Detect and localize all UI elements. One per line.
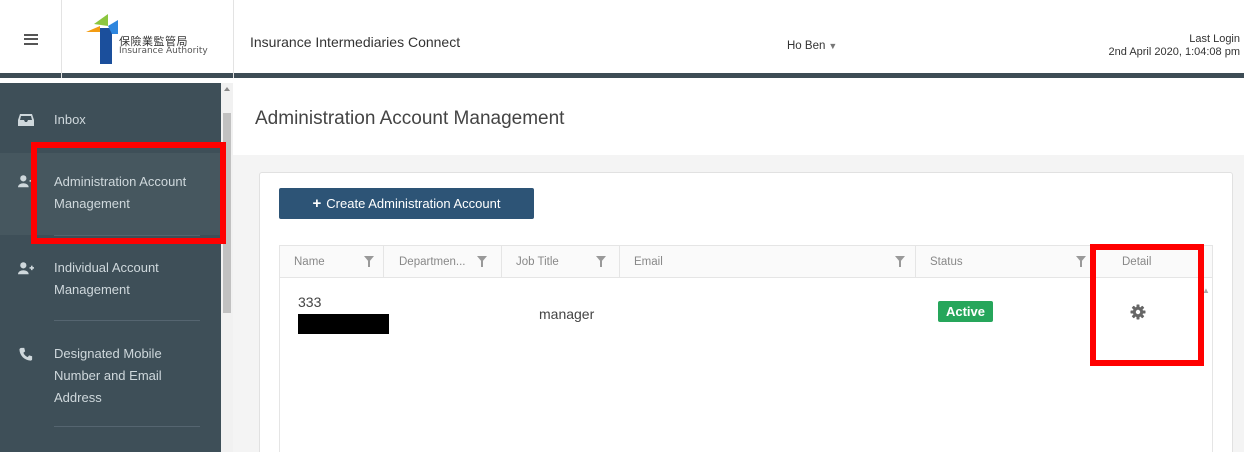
create-button-label: Create Administration Account [326,196,501,211]
last-login-label: Last Login [1189,33,1240,45]
filter-icon[interactable] [895,256,905,267]
plus-icon: + [312,195,322,212]
page-title: Administration Account Management [255,108,565,129]
caret-down-icon: ▼ [828,41,838,51]
filter-icon[interactable] [596,256,606,267]
hamburger-icon [23,33,38,45]
column-header-job-title[interactable]: Job Title [502,246,620,278]
user-name: Ho Ben [787,40,826,52]
sidebar: Inbox Administration Account Management … [0,83,233,452]
logo-text-en: Insurance Authority [119,46,208,56]
phone-icon [19,347,33,361]
last-login: Last Login 2nd April 2020, 1:04:08 pm [1109,33,1240,59]
filter-icon[interactable] [364,256,374,267]
sidebar-item-label: Individual Account Management [54,260,159,297]
last-login-value: 2nd April 2020, 1:04:08 pm [1108,46,1240,58]
sidebar-item-label: Designated Mobile Number and Email Addre… [54,346,162,405]
sidebar-item-designated-mobile-number[interactable]: Designated Mobile Number and Email Addre… [0,343,221,409]
sidebar-item-label: Inbox [54,112,86,127]
cell-job-title: manager [539,306,595,322]
column-header-name[interactable]: Name [280,246,384,278]
redacted-block [298,314,389,334]
create-administration-account-button[interactable]: + Create Administration Account [279,188,534,219]
inbox-icon [18,114,34,126]
filter-icon[interactable] [1076,256,1086,267]
column-header-email[interactable]: Email [620,246,916,278]
scroll-up-icon[interactable] [224,87,230,91]
logo[interactable]: 保險業監管局 Insurance Authority [62,0,234,78]
highlight-box-detail [1090,244,1204,366]
menu-toggle-button[interactable] [0,0,62,78]
filter-icon[interactable] [477,256,487,267]
sidebar-item-inbox[interactable]: Inbox [0,109,221,133]
table-header: Name Departmen... Job Title Email Status [280,246,1212,278]
accounts-table: Name Departmen... Job Title Email Status [279,245,1213,452]
column-header-status[interactable]: Status [916,246,1092,278]
insurance-authority-logo-icon [86,14,118,64]
highlight-box-sidebar [31,142,226,244]
sidebar-divider [54,320,200,321]
cell-name: 333 [298,294,322,310]
user-menu[interactable]: Ho Ben ▼ [787,40,837,52]
add-user-icon [18,262,34,275]
app-title: Insurance Intermediaries Connect [250,34,461,50]
sidebar-scrollbar[interactable] [221,83,233,452]
column-header-department[interactable]: Departmen... [384,246,502,278]
status-badge: Active [938,301,993,322]
sidebar-item-individual-account-management[interactable]: Individual Account Management [0,257,221,305]
page-header: Administration Account Management [233,83,1244,155]
sidebar-divider [54,426,200,427]
content-card: + Create Administration Account Name Dep… [259,172,1233,452]
top-header: 保險業監管局 Insurance Authority Insurance Int… [0,0,1244,78]
